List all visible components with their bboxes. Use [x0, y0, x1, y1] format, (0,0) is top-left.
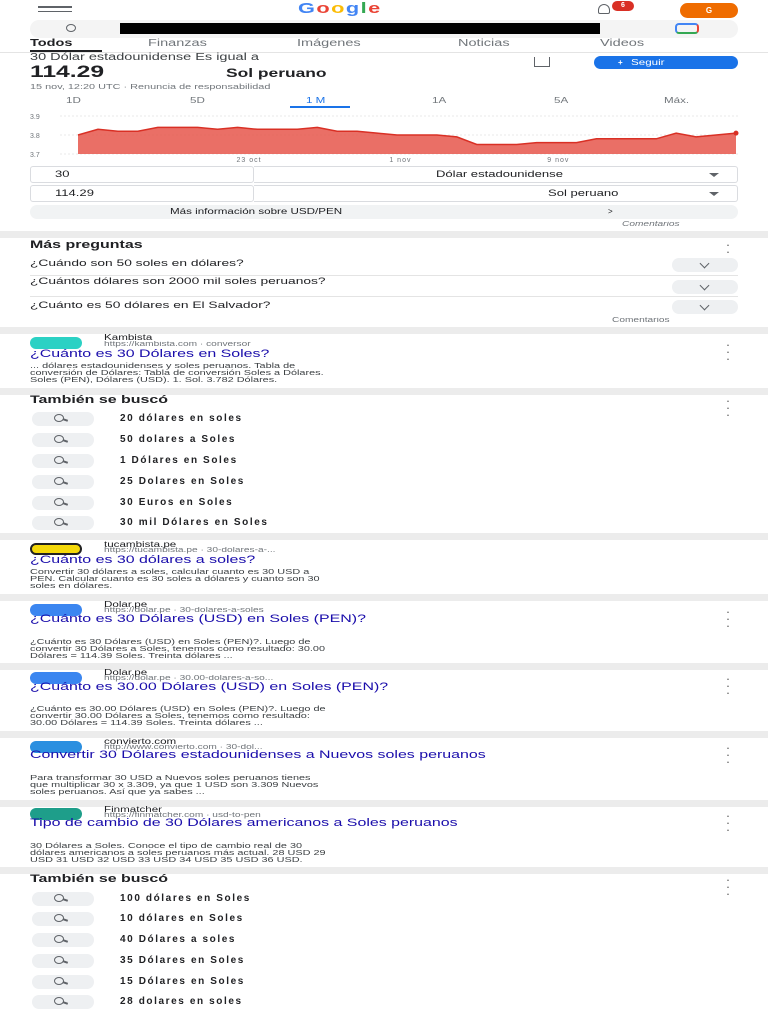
result-title-link[interactable]: Tipo de cambio de 30 Dólares americanos … — [30, 818, 730, 829]
chart-y-tick-label: 3.8 — [30, 133, 40, 140]
tab-images[interactable]: Imágenes — [297, 38, 361, 49]
result-url: https://tucambista.pe · 30-dolares-a-... — [104, 547, 276, 554]
related-search-link[interactable]: 35 Dólares en Soles — [120, 955, 245, 966]
search-input[interactable] — [120, 23, 600, 34]
result-snippet: ¿Cuánto es 30 Dólares (USD) en Soles (PE… — [30, 637, 326, 660]
chart-area — [78, 127, 736, 154]
chevron-down-icon — [709, 173, 719, 177]
result-snippet: Para transformar 30 USD a Nuevos soles p… — [30, 773, 319, 796]
related-search-link[interactable]: 25 Dolares en Soles — [120, 476, 245, 487]
related-search-link[interactable]: 20 dólares en soles — [120, 413, 243, 424]
paa-title: Más preguntas — [30, 239, 143, 251]
search-icon — [32, 475, 94, 489]
paa-question[interactable]: ¿Cuánto es 50 dólares en El Salvador? — [30, 300, 270, 311]
from-amount-field[interactable]: 30 — [30, 166, 254, 183]
chart-y-tick-label: 3.9 — [30, 114, 40, 121]
related-search-link[interactable]: 50 dolares a Soles — [120, 434, 236, 445]
more-info-button[interactable]: Más información sobre USD/PEN > — [30, 205, 738, 219]
to-amount-field[interactable]: 114.29 — [30, 185, 254, 202]
avatar[interactable]: G — [680, 3, 738, 18]
related-search-link[interactable]: 100 dólares en Soles — [120, 893, 251, 904]
chart-last-point — [733, 130, 739, 136]
related-search-link[interactable]: 28 dolares en soles — [120, 996, 243, 1007]
result-title-link[interactable]: ¿Cuánto es 30.00 Dólares (USD) en Soles … — [30, 682, 730, 693]
result-snippet: Convertir 30 dólares a soles, calcular c… — [30, 567, 320, 590]
search-bar[interactable] — [30, 20, 738, 38]
chevron-down-icon[interactable] — [672, 258, 738, 272]
related-search-link[interactable]: 15 Dólares en Soles — [120, 976, 245, 987]
converter-timestamp: 15 nov, 12:20 UTC · Renuncia de responsa… — [30, 82, 271, 91]
converter-value: 114.29 — [30, 62, 105, 81]
chart-y-tick-label: 3.7 — [30, 152, 40, 159]
range-1d[interactable]: 1D — [66, 96, 81, 105]
result-title-link[interactable]: ¿Cuánto es 30 Dólares (USD) en Soles (PE… — [30, 614, 630, 625]
chart-x-tick-label: 9 nov — [547, 157, 569, 164]
search-icon — [32, 912, 94, 926]
tab-news[interactable]: Noticias — [458, 38, 510, 49]
feedback-link[interactable]: Comentarios — [612, 317, 670, 324]
tab-all[interactable]: Todos — [30, 38, 72, 49]
result-title-link[interactable]: Convertir 30 Dólares estadounidenses a N… — [30, 750, 730, 761]
search-icon — [32, 433, 94, 447]
lens-icon[interactable] — [675, 23, 699, 34]
google-logo[interactable]: Google — [298, 0, 380, 18]
search-icon — [32, 954, 94, 968]
search-icon — [32, 933, 94, 947]
range-max[interactable]: Máx. — [664, 96, 689, 105]
range-5y[interactable]: 5A — [554, 96, 568, 105]
search-icon — [32, 412, 94, 426]
range-5d[interactable]: 5D — [190, 96, 205, 105]
result-title-link[interactable]: ¿Cuánto es 30 Dólares en Soles? — [30, 348, 269, 360]
feedback-link[interactable]: Comentarios — [622, 221, 680, 228]
notifications-icon[interactable]: 6 — [598, 1, 634, 16]
range-1y[interactable]: 1A — [432, 96, 446, 105]
search-icon — [32, 975, 94, 989]
converter-currency: Sol peruano — [226, 66, 327, 80]
paa-question[interactable]: ¿Cuándo son 50 soles en dólares? — [30, 258, 244, 269]
tab-finance[interactable]: Finanzas — [148, 38, 207, 49]
chevron-down-icon — [709, 192, 719, 196]
menu-icon[interactable] — [38, 5, 72, 15]
chevron-down-icon[interactable] — [672, 280, 738, 294]
related-search-link[interactable]: 1 Dólares en Soles — [120, 455, 238, 466]
to-currency-select[interactable]: Sol peruano — [254, 185, 738, 202]
chevron-down-icon[interactable] — [672, 300, 738, 314]
follow-button[interactable]: + Seguir — [594, 56, 738, 69]
chevron-right-icon: > — [608, 207, 613, 216]
search-icon — [32, 516, 94, 530]
result-snippet: 30 Dólares a Soles. Conoce el tipo de ca… — [30, 841, 326, 864]
search-icon — [32, 892, 94, 906]
chart-x-tick-label: 23 oct — [237, 157, 262, 164]
search-icon — [66, 24, 76, 32]
search-icon — [32, 496, 94, 510]
result-title-link[interactable]: ¿Cuánto es 30 dólares a soles? — [30, 554, 255, 566]
related-search-link[interactable]: 10 dólares en Soles — [120, 913, 244, 924]
paa-question[interactable]: ¿Cuántos dólares son 2000 mil soles peru… — [30, 277, 590, 287]
related-search-link[interactable]: 40 Dólares a soles — [120, 934, 236, 945]
search-icon — [32, 995, 94, 1009]
exchange-rate-chart[interactable]: 3.9 3.8 3.7 23 oct 1 nov 9 nov — [0, 108, 768, 166]
range-1m[interactable]: 1 M — [306, 96, 325, 105]
notification-badge: 6 — [612, 1, 634, 11]
from-currency-select[interactable]: Dólar estadounidense — [254, 166, 738, 183]
related-searches-title: También se buscó — [30, 394, 168, 406]
related-searches-title: También se buscó — [30, 873, 168, 885]
search-icon — [32, 454, 94, 468]
tab-videos[interactable]: Videos — [600, 38, 644, 49]
share-icon[interactable] — [534, 57, 550, 67]
result-snippet: ¿Cuánto es 30.00 Dólares (USD) en Soles … — [30, 704, 326, 727]
related-search-link[interactable]: 30 Euros en Soles — [120, 497, 233, 508]
result-snippet: ... dólares estadounidenses y soles peru… — [30, 361, 324, 384]
result-url: https://kambista.com · conversor — [104, 341, 251, 348]
related-search-link[interactable]: 30 mil Dólares en Soles — [120, 517, 269, 528]
chart-x-tick-label: 1 nov — [389, 157, 411, 164]
